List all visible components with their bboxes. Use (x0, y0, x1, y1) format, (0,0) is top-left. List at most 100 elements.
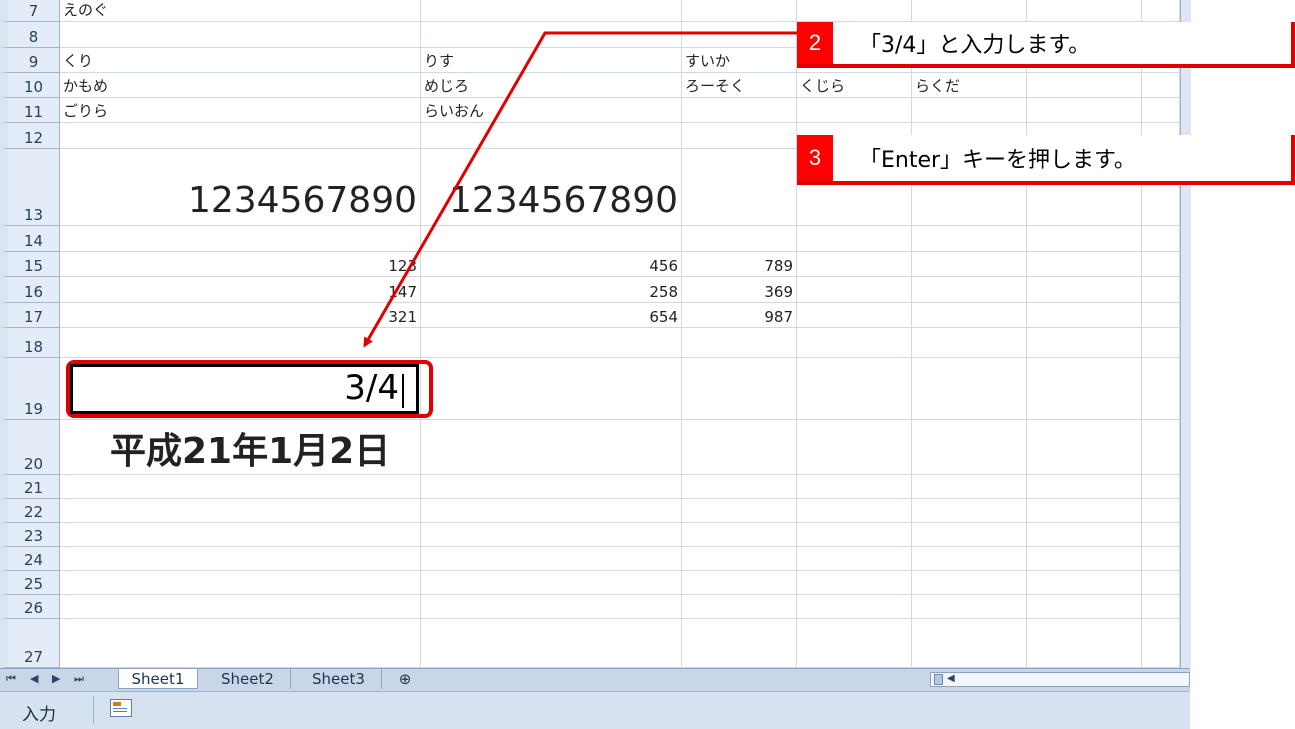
cell-d14[interactable] (797, 226, 912, 252)
row-header[interactable]: 22 (0, 499, 60, 523)
cell-c15[interactable]: 789 (682, 252, 797, 277)
row-header[interactable]: 20 (0, 420, 60, 475)
cell-b24[interactable] (421, 547, 682, 571)
cell-e24[interactable] (912, 547, 1027, 571)
spreadsheet-grid[interactable]: 7えのぐ89くりりすすいかからすすずめ10かもめめじろろーそくくじららくだ11ご… (0, 0, 1180, 668)
insert-sheet-icon[interactable]: ⊕ (385, 669, 425, 689)
prev-sheet-icon[interactable]: ◀ (30, 672, 38, 685)
cell-b27[interactable] (421, 619, 682, 668)
cell-e16[interactable] (912, 277, 1027, 303)
tab-sheet1[interactable]: Sheet1 (118, 669, 198, 689)
cell-c18[interactable] (682, 328, 797, 358)
cell-d11[interactable] (797, 98, 912, 123)
cell-g23[interactable] (1142, 523, 1180, 547)
cell-e25[interactable] (912, 571, 1027, 595)
cell-b26[interactable] (421, 595, 682, 619)
horizontal-scrollbar[interactable]: ◀ (930, 672, 1190, 687)
cell-g22[interactable] (1142, 499, 1180, 523)
cell-g27[interactable] (1142, 619, 1180, 668)
cell-a7[interactable]: えのぐ (60, 0, 421, 22)
row-header[interactable]: 10 (0, 73, 60, 98)
cell-c26[interactable] (682, 595, 797, 619)
cell-d7[interactable] (797, 0, 912, 22)
cell-d24[interactable] (797, 547, 912, 571)
last-sheet-icon[interactable]: ⏭ (74, 672, 84, 686)
cell-e26[interactable] (912, 595, 1027, 619)
cell-a8[interactable] (60, 22, 421, 48)
row-header[interactable]: 17 (0, 303, 60, 328)
cell-a14[interactable] (60, 226, 421, 252)
cell-c25[interactable] (682, 571, 797, 595)
cell-b14[interactable] (421, 226, 682, 252)
cell-e27[interactable] (912, 619, 1027, 668)
cell-c8[interactable] (682, 22, 797, 48)
cell-d25[interactable] (797, 571, 912, 595)
cell-b20[interactable] (421, 420, 682, 475)
cell-e17[interactable] (912, 303, 1027, 328)
cell-a18[interactable] (60, 328, 421, 358)
cell-g18[interactable] (1142, 328, 1180, 358)
cell-c12[interactable] (682, 123, 797, 149)
row-header[interactable]: 9 (0, 48, 60, 73)
cell-f21[interactable] (1027, 475, 1142, 499)
vertical-scrollbar[interactable] (1180, 0, 1191, 668)
cell-a20[interactable]: 平成21年1月2日 (60, 420, 421, 475)
cell-b19[interactable] (421, 358, 682, 420)
cell-f10[interactable] (1027, 73, 1142, 98)
cell-c19[interactable] (682, 358, 797, 420)
cell-a15[interactable]: 123 (60, 252, 421, 277)
cell-c16[interactable]: 369 (682, 277, 797, 303)
row-header[interactable]: 19 (0, 358, 60, 420)
cell-e18[interactable] (912, 328, 1027, 358)
cell-g24[interactable] (1142, 547, 1180, 571)
cell-c24[interactable] (682, 547, 797, 571)
row-header[interactable]: 23 (0, 523, 60, 547)
cell-a24[interactable] (60, 547, 421, 571)
cell-e20[interactable] (912, 420, 1027, 475)
cell-c9[interactable]: すいか (682, 48, 797, 73)
cell-a13[interactable]: 1234567890 (60, 149, 421, 226)
cell-c27[interactable] (682, 619, 797, 668)
cell-b22[interactable] (421, 499, 682, 523)
cell-d27[interactable] (797, 619, 912, 668)
cell-g10[interactable] (1142, 73, 1180, 98)
cell-f17[interactable] (1027, 303, 1142, 328)
row-header[interactable]: 12 (0, 123, 60, 149)
cell-b25[interactable] (421, 571, 682, 595)
cell-c11[interactable] (682, 98, 797, 123)
row-header[interactable]: 26 (0, 595, 60, 619)
cell-d26[interactable] (797, 595, 912, 619)
cell-e21[interactable] (912, 475, 1027, 499)
cell-g19[interactable] (1142, 358, 1180, 420)
cell-b18[interactable] (421, 328, 682, 358)
row-header[interactable]: 16 (0, 277, 60, 303)
cell-c17[interactable]: 987 (682, 303, 797, 328)
cell-d16[interactable] (797, 277, 912, 303)
row-header[interactable]: 13 (0, 149, 60, 226)
cell-c20[interactable] (682, 420, 797, 475)
cell-b16[interactable]: 258 (421, 277, 682, 303)
cell-d23[interactable] (797, 523, 912, 547)
cell-d20[interactable] (797, 420, 912, 475)
row-header[interactable]: 15 (0, 252, 60, 277)
cell-f18[interactable] (1027, 328, 1142, 358)
cell-b10[interactable]: めじろ (421, 73, 682, 98)
cell-f15[interactable] (1027, 252, 1142, 277)
cell-b17[interactable]: 654 (421, 303, 682, 328)
cell-a17[interactable]: 321 (60, 303, 421, 328)
cell-d18[interactable] (797, 328, 912, 358)
cell-a12[interactable] (60, 123, 421, 149)
cell-e11[interactable] (912, 98, 1027, 123)
cell-b23[interactable] (421, 523, 682, 547)
active-cell-a19[interactable]: 3/4 (70, 364, 419, 414)
cell-g17[interactable] (1142, 303, 1180, 328)
cell-e14[interactable] (912, 226, 1027, 252)
cell-g21[interactable] (1142, 475, 1180, 499)
row-header[interactable]: 11 (0, 98, 60, 123)
cell-d15[interactable] (797, 252, 912, 277)
scroll-thumb[interactable] (934, 674, 943, 685)
cell-e15[interactable] (912, 252, 1027, 277)
cell-e10[interactable]: らくだ (912, 73, 1027, 98)
cell-c7[interactable] (682, 0, 797, 22)
row-header[interactable]: 18 (0, 328, 60, 358)
